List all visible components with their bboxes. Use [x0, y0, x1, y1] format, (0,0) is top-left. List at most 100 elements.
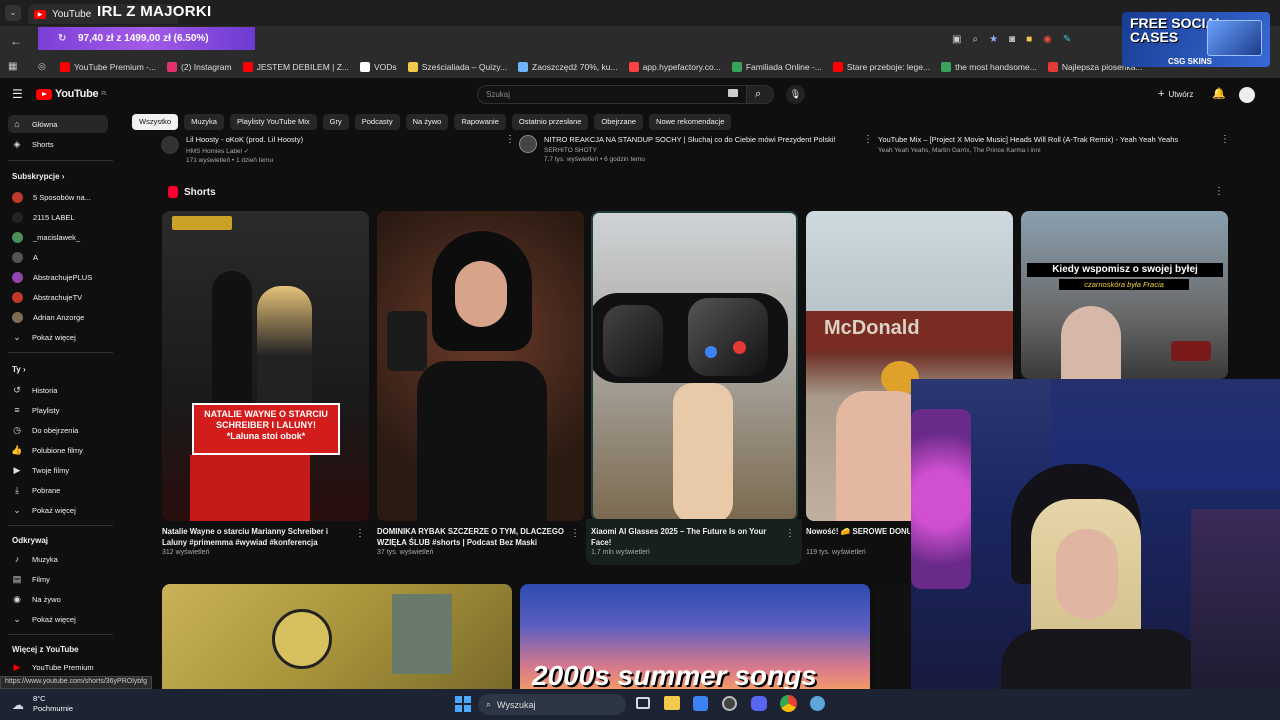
task-view-icon[interactable]: [636, 697, 650, 709]
create-button[interactable]: + Utwórz: [1158, 88, 1193, 100]
video-title[interactable]: NITRO REAKCJA NA STANDUP SOCHY | Słuchaj…: [544, 135, 854, 144]
extension-2-icon[interactable]: ■: [1026, 34, 1032, 45]
sidebar-item[interactable]: ⤓ Pobrane: [8, 481, 108, 499]
short-thumbnail[interactable]: NATALIE WAYNE O STARCIU SCHREIBER I LALU…: [162, 211, 369, 521]
extension-1-icon[interactable]: ◙: [1009, 34, 1015, 45]
chrome-bookmark-icon[interactable]: ◎: [38, 61, 46, 72]
taskbar-search[interactable]: ⌕ Wyszukaj: [478, 694, 626, 715]
filter-chip[interactable]: Gry: [322, 114, 349, 130]
extension-3-icon[interactable]: ◉: [1043, 34, 1052, 45]
microphone-icon[interactable]: 🎙: [786, 85, 805, 104]
sidebar-item[interactable]: ♪ Muzyka: [8, 550, 108, 568]
tab-menu-icon[interactable]: ⌄: [5, 5, 21, 21]
windows-start-icon[interactable]: [455, 696, 471, 712]
sidebar-item[interactable]: AbstrachujeTV: [8, 288, 108, 306]
avatar[interactable]: [1239, 87, 1255, 103]
bookmark-item[interactable]: JESTEM DEBILEM | Z...: [242, 62, 349, 72]
more-options-icon[interactable]: ⋮: [355, 528, 365, 539]
bookmark-item[interactable]: (2) Instagram: [167, 62, 232, 72]
bookmark-item[interactable]: YouTube Premium -...: [60, 62, 156, 72]
weather-icon[interactable]: ☁: [12, 698, 24, 712]
sidebar-item[interactable]: A: [8, 248, 108, 266]
video-thumbnail[interactable]: [162, 584, 512, 689]
sidebar-item[interactable]: ◈ Shorts: [8, 135, 108, 153]
bookmark-item[interactable]: Sześcialiada – Quizy...: [407, 62, 507, 72]
keyboard-icon[interactable]: [728, 89, 738, 97]
file-explorer-icon[interactable]: [664, 696, 680, 710]
sidebar-item[interactable]: ▶ YouTube Premium: [8, 658, 108, 676]
bookmark-item[interactable]: Zaoszczędź 70%, ku...: [518, 62, 618, 72]
more-options-icon[interactable]: ⋮: [1220, 134, 1230, 145]
chrome-icon[interactable]: [780, 695, 797, 712]
video-title[interactable]: Lil Hoosty - oKoK (prod. Lil Hoosty): [186, 135, 506, 144]
more-options-icon[interactable]: ⋮: [505, 134, 515, 145]
notifications-bell-icon[interactable]: 🔔: [1212, 87, 1226, 100]
sidebar-item[interactable]: ⌄ Pokaż więcej: [8, 610, 108, 628]
bookmark-item[interactable]: VODs: [360, 62, 397, 72]
video-item[interactable]: YouTube Mix – [Project X Movie Music] He…: [878, 135, 1218, 154]
bookmark-item[interactable]: the most handsome...: [941, 62, 1037, 72]
store-icon[interactable]: [693, 696, 708, 711]
bookmark-item[interactable]: Stare przeboje: lege...: [832, 62, 930, 72]
more-options-icon[interactable]: ⋮: [785, 528, 795, 539]
short-thumbnail[interactable]: [591, 211, 798, 521]
sidebar-item[interactable]: ◉ Na żywo: [8, 590, 108, 608]
filter-chip[interactable]: Ostatnio przesłane: [511, 114, 589, 130]
filter-chip[interactable]: Podcasty: [354, 114, 400, 130]
discord-icon[interactable]: [751, 696, 767, 711]
video-channel[interactable]: SERHITO SHOTY: [544, 147, 854, 154]
sidebar-item[interactable]: _macislawek_: [8, 228, 108, 246]
zoom-icon[interactable]: ⌕: [972, 34, 978, 45]
sidebar-item[interactable]: 👍 Polubione filmy: [8, 441, 108, 459]
sidebar-item[interactable]: 2115 LABEL: [8, 208, 108, 226]
more-options-icon[interactable]: ⋮: [1214, 186, 1224, 197]
sidebar-item[interactable]: ▤ Filmy: [8, 570, 108, 588]
video-channel[interactable]: HMS Homies Label ✓: [186, 147, 506, 155]
filter-chip[interactable]: Rapowanie: [454, 114, 506, 130]
youtube-logo[interactable]: YouTube PL: [36, 88, 107, 100]
more-options-icon[interactable]: ⋮: [570, 528, 580, 539]
video-thumbnail[interactable]: 2000s summer songs: [520, 584, 870, 689]
hamburger-menu-icon[interactable]: ☰: [12, 87, 23, 101]
browser-icon[interactable]: [810, 696, 825, 711]
bookmark-item[interactable]: Familiada Online -...: [731, 62, 822, 72]
filter-chip[interactable]: Nowe rekomendacje: [649, 114, 732, 130]
short-thumbnail[interactable]: Kiedy wspomisz o swojej byłej czarnoskór…: [1021, 211, 1228, 379]
cast-icon[interactable]: ▣: [952, 34, 961, 45]
video-item[interactable]: NITRO REAKCJA NA STANDUP SOCHY | Słuchaj…: [544, 135, 854, 163]
search-button[interactable]: ⌕: [746, 85, 774, 104]
short-title[interactable]: Xiaomi AI Glasses 2025 – The Future Is o…: [591, 526, 781, 548]
more-options-icon[interactable]: ⋮: [863, 134, 873, 145]
search-input[interactable]: Szukaj: [477, 85, 747, 104]
sidebar-item[interactable]: ≡ Playlisty: [8, 401, 108, 419]
extension-4-icon[interactable]: ✎: [1063, 34, 1071, 45]
short-title[interactable]: Nowość! 🧀 SEROWE DONUT *TEST*: [806, 526, 910, 537]
video-title[interactable]: YouTube Mix – [Project X Movie Music] He…: [878, 135, 1218, 144]
bookmark-star-icon[interactable]: ★: [989, 34, 998, 45]
channel-avatar[interactable]: [519, 135, 537, 153]
video-channel[interactable]: Yeah Yeah Yeahs, Martin Garrix, The Prin…: [878, 147, 1218, 154]
steam-icon[interactable]: [722, 696, 737, 711]
short-title[interactable]: Natalie Wayne o starciu Marianny Schreib…: [162, 526, 352, 548]
bookmark-item[interactable]: app.hypefactory.co...: [628, 62, 721, 72]
sidebar-item[interactable]: 5 Sposobów na...: [8, 188, 108, 206]
sidebar-item[interactable]: ⌂ Główna: [8, 115, 108, 133]
filter-chip[interactable]: Wszystko: [132, 114, 179, 130]
filter-chip[interactable]: Playlisty YouTube Mix: [229, 114, 317, 130]
short-thumbnail[interactable]: [377, 211, 584, 521]
video-thumbnail[interactable]: [877, 584, 911, 689]
sidebar-item[interactable]: ◷ Do obejrzenia: [8, 421, 108, 439]
sidebar-item[interactable]: ⌄ Pokaż więcej: [8, 501, 108, 519]
back-icon[interactable]: ←: [10, 34, 22, 48]
sidebar-item[interactable]: ⌄ Pokaż więcej: [8, 328, 108, 346]
sidebar-item[interactable]: Adrian Anzorge: [8, 308, 108, 326]
apps-grid-icon[interactable]: ▦: [8, 61, 17, 72]
filter-chip[interactable]: Obejrzane: [594, 114, 644, 130]
sidebar-section-header[interactable]: Odkrywaj: [12, 536, 48, 545]
sidebar-item[interactable]: ▶ Twoje filmy: [8, 461, 108, 479]
short-title[interactable]: DOMINIKA RYBAK SZCZERZE O TYM, DLACZEGO …: [377, 526, 567, 548]
filter-chip[interactable]: Na żywo: [405, 114, 449, 130]
video-item[interactable]: Lil Hoosty - oKoK (prod. Lil Hoosty) HMS…: [186, 135, 506, 164]
sidebar-section-header[interactable]: Więcej z YouTube: [12, 645, 79, 654]
sidebar-item[interactable]: AbstrachujePLUS: [8, 268, 108, 286]
